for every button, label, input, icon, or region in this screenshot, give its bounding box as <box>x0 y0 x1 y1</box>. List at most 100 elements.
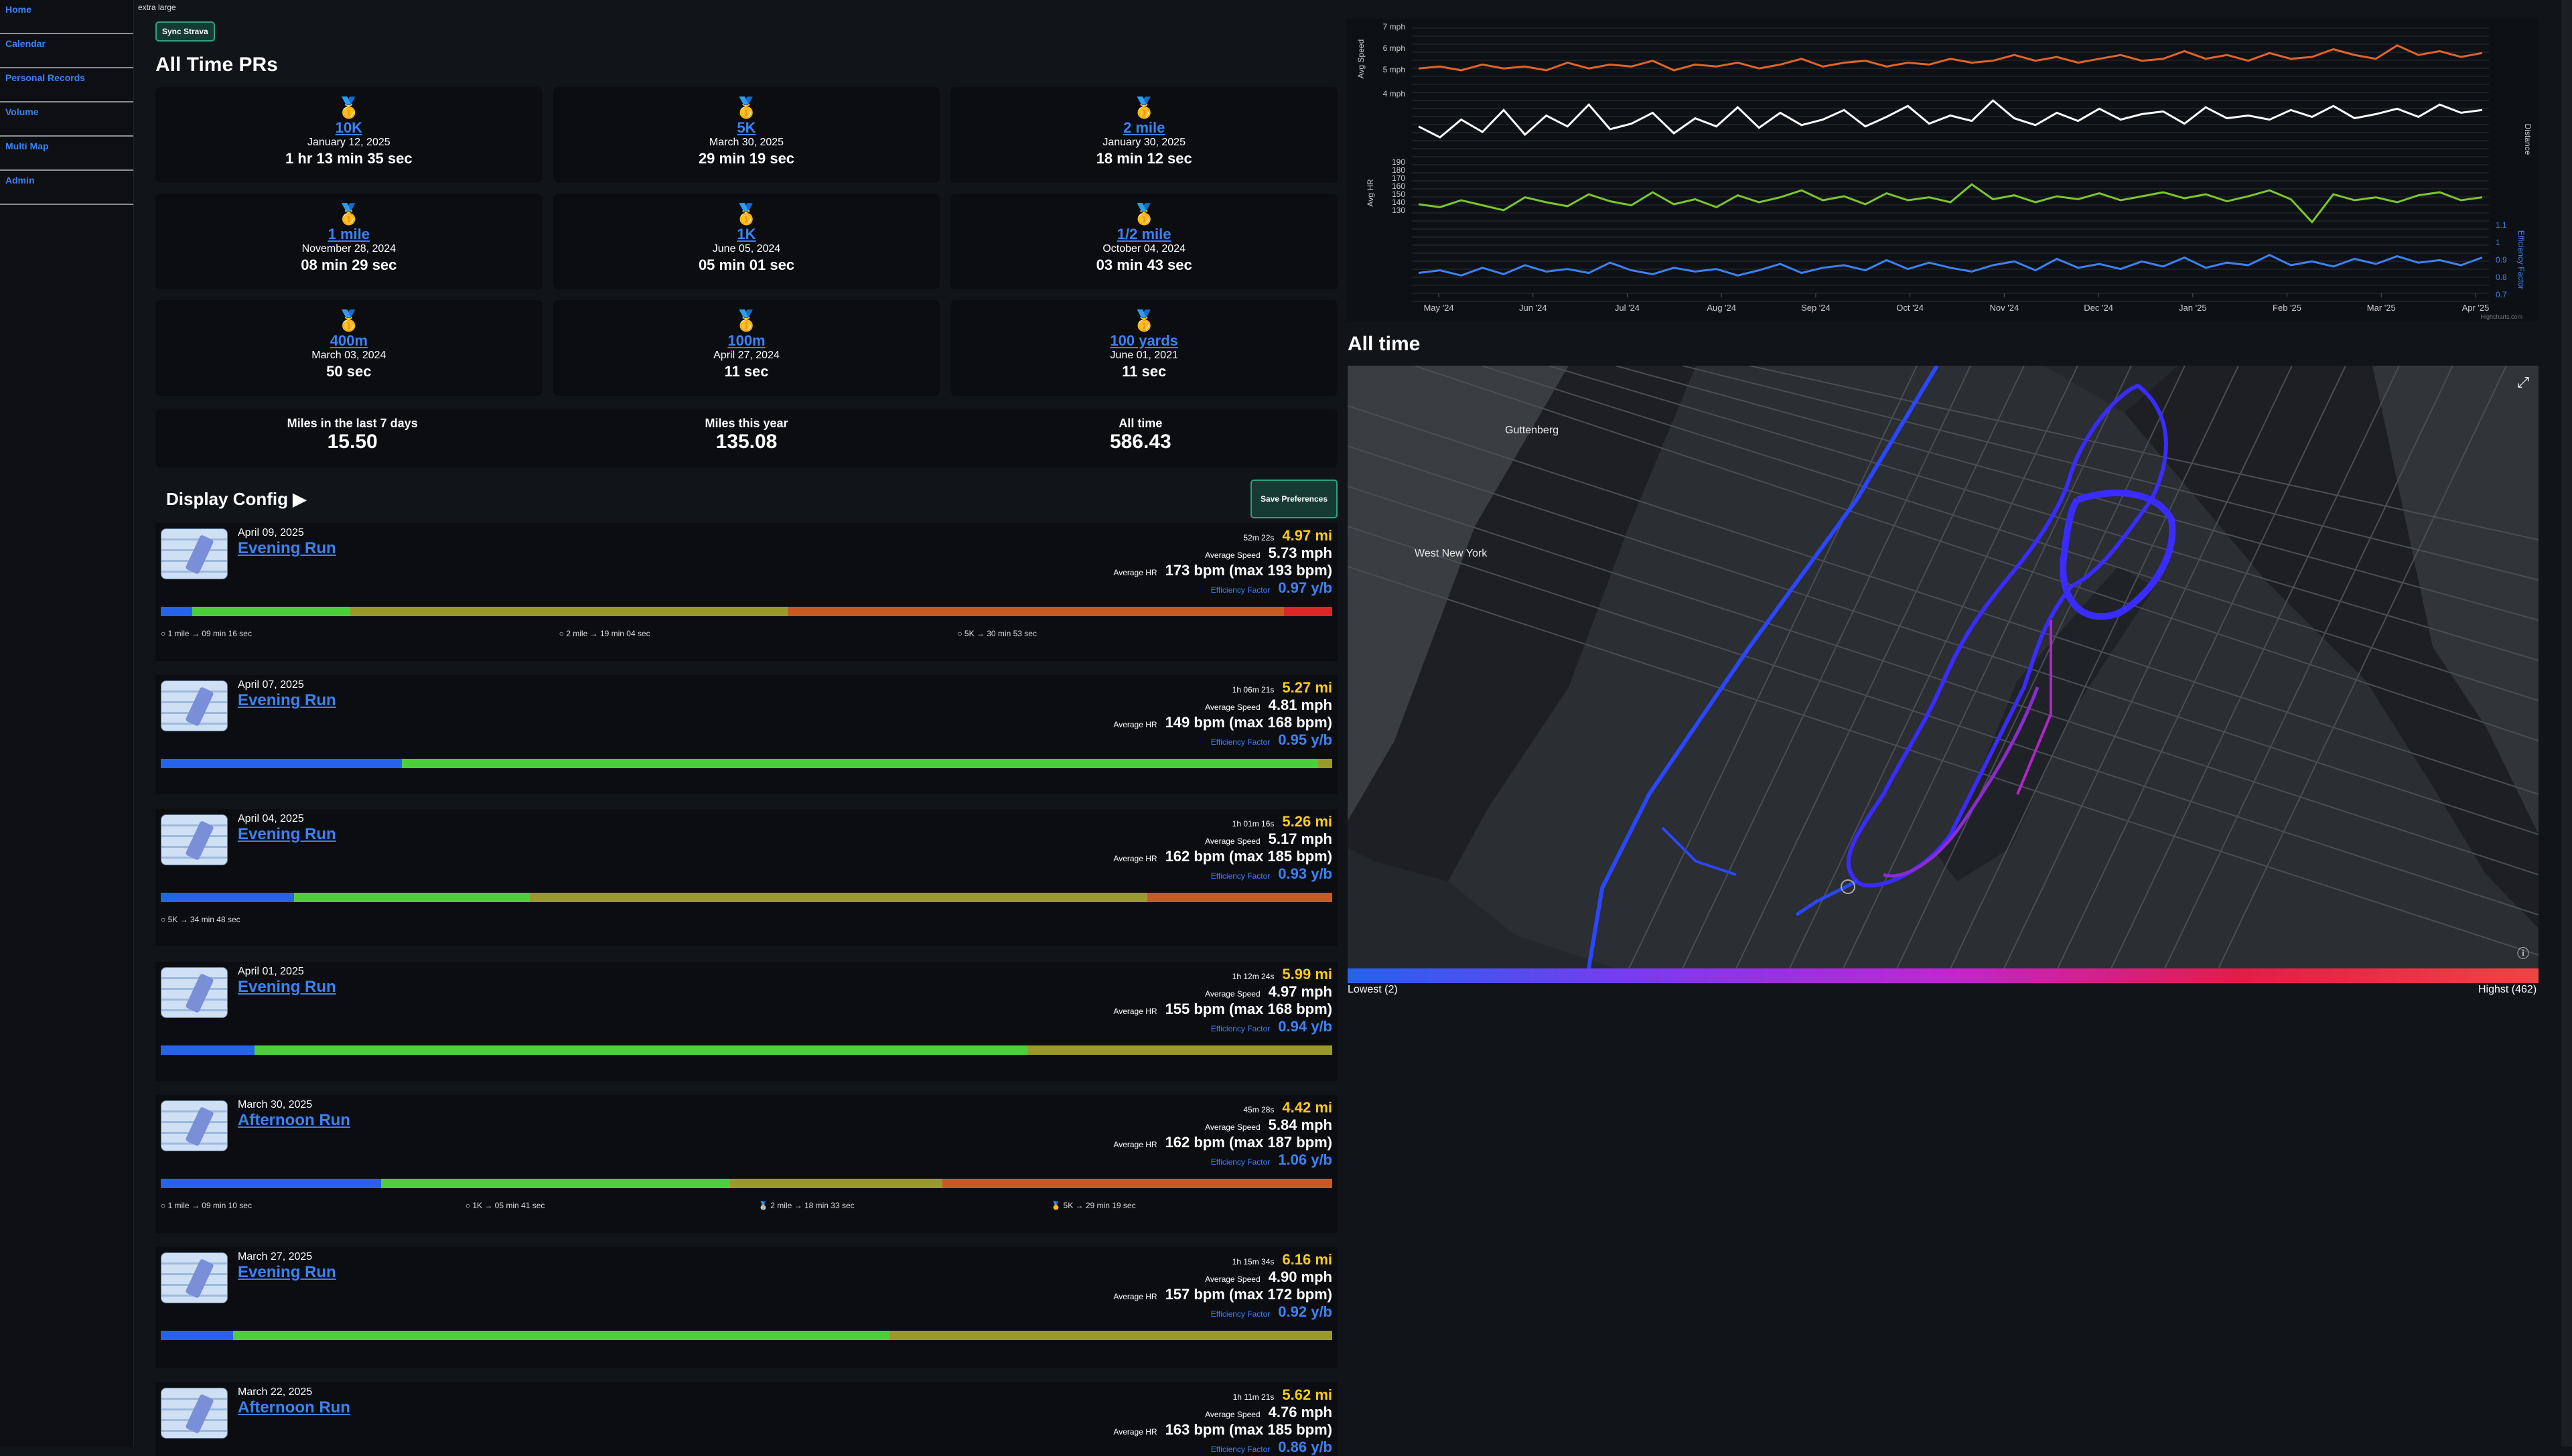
stats-line-duration: 1h 01m 16s 5.26 mi <box>1113 813 1332 830</box>
medal-icon: 🥇 <box>336 97 362 119</box>
y-tick-label-ef: 0.9 <box>2496 255 2507 265</box>
stat-label: All time <box>1119 417 1163 430</box>
activity-name-link[interactable]: Afternoon Run <box>238 1111 350 1130</box>
activity-card: March 22, 2025 Afternoon Run 1h 11m 21s 5.6… <box>155 1382 1338 1456</box>
hr-zone-segment <box>402 759 1318 768</box>
size-label: extra large <box>138 3 176 12</box>
activity-name-link[interactable]: Evening Run <box>238 1263 336 1282</box>
thumb-road <box>161 1398 227 1400</box>
page-scrollbar[interactable] <box>2561 0 2572 1447</box>
route-thumbnail[interactable] <box>161 1388 228 1439</box>
activity-stats: 1h 01m 16s 5.26 mi Average Speed 5.17 mph Av… <box>1113 813 1332 883</box>
pr-distance-link[interactable]: 1/2 mile <box>950 226 1338 243</box>
avg-speed-label: Average Speed <box>1205 703 1261 712</box>
pr-distance-link[interactable]: 100 yards <box>950 332 1338 350</box>
route-thumbnail[interactable] <box>161 528 228 579</box>
thumb-road <box>161 977 227 979</box>
pr-distance-link[interactable]: 1 mile <box>155 226 543 243</box>
activity-name-link[interactable]: Evening Run <box>238 825 336 844</box>
activity-duration: 45m 28s <box>1243 1105 1275 1114</box>
hr-zone-segment <box>1284 607 1332 616</box>
display-config-toggle[interactable]: Display Config ▶ <box>155 489 306 510</box>
stat-value: 586.43 <box>1109 431 1171 453</box>
x-tick-label: Aug '24 <box>1707 303 1736 313</box>
activity-speed: 5.73 mph <box>1268 544 1332 561</box>
activity-duration: 1h 11m 21s <box>1232 1392 1275 1402</box>
activity-distance: 6.16 mi <box>1282 1251 1332 1268</box>
activity-date: March 30, 2025 <box>238 1099 313 1110</box>
stats-line-hr: Average HR 162 bpm (max 187 bpm) <box>1113 1134 1332 1151</box>
avg-hr-label: Average HR <box>1113 1007 1157 1016</box>
split-badge: ○ 1K → 05 min 41 sec <box>466 1201 545 1210</box>
split-badges: ○ 5K → 34 min 48 sec <box>161 915 1332 930</box>
split-text: 5K → 29 min 19 sec <box>1063 1201 1136 1210</box>
pr-distance-link[interactable]: 10K <box>155 119 543 137</box>
pr-distance-link[interactable]: 100m <box>553 332 940 350</box>
hr-zone-segment <box>161 1331 234 1340</box>
activity-distance: 5.27 mi <box>1282 679 1332 696</box>
nav-volume[interactable]: Volume <box>0 102 133 137</box>
pr-distance-link[interactable]: 5K <box>553 119 940 137</box>
medal-icon: 🥇 <box>1131 97 1157 119</box>
info-icon[interactable]: ⓘ <box>2517 944 2529 962</box>
activity-name-link[interactable]: Evening Run <box>238 691 336 710</box>
activity-hr: 157 bpm (max 172 bpm) <box>1165 1286 1332 1303</box>
activity-stats: 1h 06m 21s 5.27 mi Average Speed 4.81 mph Av… <box>1113 679 1332 749</box>
activity-hr: 162 bpm (max 187 bpm) <box>1165 1134 1332 1151</box>
activity-name-link[interactable]: Afternoon Run <box>238 1398 350 1417</box>
chart-credit: Highcharts.com <box>2480 313 2522 320</box>
legend-low-label: Lowest (2) <box>1348 984 1398 995</box>
nav-calendar[interactable]: Calendar <box>0 34 133 68</box>
route-thumbnail[interactable] <box>161 680 228 731</box>
route-thumbnail[interactable] <box>161 814 228 865</box>
x-tick-label: Apr '25 <box>2462 303 2490 313</box>
pr-distance-link[interactable]: 2 mile <box>950 119 1338 137</box>
medal-icon: 🥇 <box>1131 310 1157 332</box>
x-tick-label: Mar '25 <box>2367 303 2396 313</box>
activity-distance: 4.97 mi <box>1282 527 1332 544</box>
nav-multi-map[interactable]: Multi Map <box>0 137 133 171</box>
pr-time: 11 sec <box>1122 363 1167 380</box>
split-text: 2 mile → 19 min 04 sec <box>566 629 650 638</box>
medal-icon: 🥇 <box>336 310 362 332</box>
activity-date: April 07, 2025 <box>238 679 304 690</box>
hr-zone-segment <box>889 1331 1332 1340</box>
nav-home[interactable]: Home <box>0 0 133 34</box>
route-thumbnail[interactable] <box>161 1100 228 1151</box>
nav-personal-records[interactable]: Personal Records <box>0 68 133 102</box>
stats-line-hr: Average HR 157 bpm (max 172 bpm) <box>1113 1286 1332 1303</box>
thumb-road <box>161 690 227 693</box>
activity-card: April 01, 2025 Evening Run 1h 12m 24s 5.99 … <box>155 962 1338 1081</box>
activity-hr: 163 bpm (max 185 bpm) <box>1165 1421 1332 1438</box>
medal-icon: 🥇 <box>336 204 362 226</box>
split-badges: ○ 1 mile → 09 min 16 sec ○ 2 mile → 19 mi… <box>161 629 1332 644</box>
nav-admin[interactable]: Admin <box>0 171 133 205</box>
stats-line-hr: Average HR 149 bpm (max 168 bpm) <box>1113 714 1332 731</box>
stats-line-hr: Average HR 162 bpm (max 185 bpm) <box>1113 848 1332 865</box>
activity-distance: 5.99 mi <box>1282 966 1332 982</box>
activity-speed: 4.90 mph <box>1268 1268 1332 1285</box>
trend-chart-svg: May '24 Jun '24 Jul '24 Aug '24 Sep '24 Oct '… <box>1356 22 2532 320</box>
pr-distance-link[interactable]: 1K <box>553 226 940 243</box>
series-line-avg-hr <box>1418 183 2483 224</box>
activity-name-link[interactable]: Evening Run <box>238 978 336 997</box>
activity-ef: 0.92 y/b <box>1278 1303 1332 1320</box>
avg-speed-label: Average Speed <box>1205 1122 1261 1132</box>
split-text: 1 mile → 09 min 16 sec <box>167 629 252 638</box>
hr-zone-segment <box>192 607 351 616</box>
all-time-heatmap[interactable]: Guttenberg West New York ⤢ ⓘ <box>1348 366 2539 968</box>
activity-name-link[interactable]: Evening Run <box>238 539 336 558</box>
pr-distance-link[interactable]: 400m <box>155 332 543 350</box>
route-thumbnail[interactable] <box>161 967 228 1018</box>
legend-high-label: Highst (462) <box>2478 984 2537 995</box>
sync-strava-button[interactable]: Sync Strava <box>155 21 215 42</box>
pr-time: 18 min 12 sec <box>1096 150 1192 167</box>
stats-line-speed: Average Speed 4.97 mph <box>1113 983 1332 1001</box>
save-preferences-button[interactable]: Save Preferences <box>1251 480 1338 518</box>
stats-line-ef: Efficiency Factor 0.92 y/b <box>1113 1303 1332 1321</box>
activity-hr: 155 bpm (max 168 bpm) <box>1165 1001 1332 1017</box>
stats-line-speed: Average Speed 5.84 mph <box>1113 1116 1332 1134</box>
route-thumbnail[interactable] <box>161 1252 228 1303</box>
activity-ef: 0.93 y/b <box>1278 865 1332 882</box>
fullscreen-icon[interactable]: ⤢ <box>2517 374 2529 391</box>
